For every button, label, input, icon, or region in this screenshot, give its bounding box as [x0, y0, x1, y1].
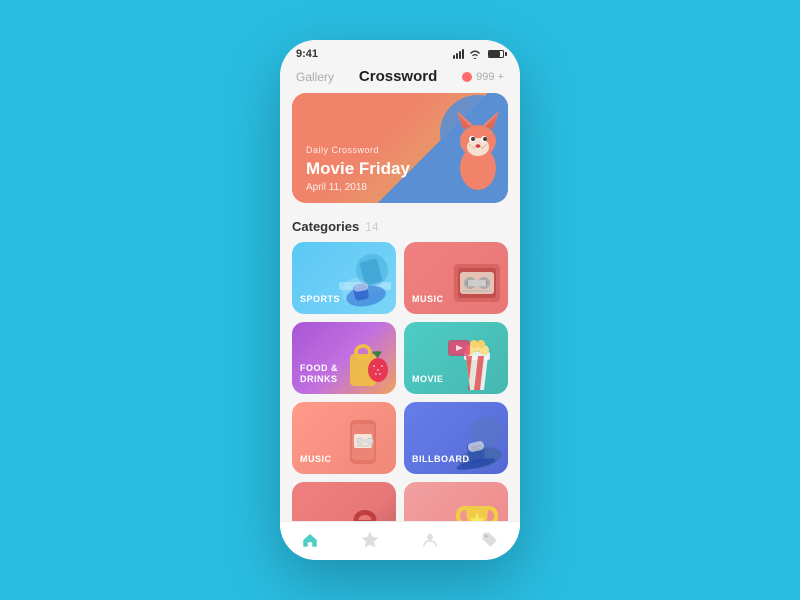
home-icon	[300, 530, 320, 550]
nav-favorites[interactable]	[360, 530, 380, 550]
partial-illustration	[446, 492, 508, 521]
page-title: Crossword	[359, 68, 437, 85]
star-icon	[360, 530, 380, 550]
time-illustration	[334, 492, 396, 521]
badge-dot	[462, 72, 472, 82]
notification-badge[interactable]: 999 +	[462, 71, 504, 83]
card-sports[interactable]: SPORTS	[292, 242, 396, 314]
categories-label: Categories	[292, 219, 359, 234]
wifi-icon	[469, 50, 481, 59]
card-billboard[interactable]: BILLBOARD	[404, 402, 508, 474]
categories-count: 14	[365, 220, 378, 234]
battery-icon	[488, 50, 504, 58]
badge-count: 999 +	[476, 71, 504, 83]
card-movie[interactable]: MOVIE	[404, 322, 508, 394]
signal-icon	[453, 49, 464, 59]
card-food[interactable]: FOOD & DRINKS	[292, 322, 396, 394]
tag-icon	[480, 530, 500, 550]
hero-label: Daily Crossword	[306, 145, 410, 155]
gallery-link[interactable]: Gallery	[296, 70, 334, 84]
music-illustration	[446, 252, 508, 314]
card-music-label: MUSIC	[404, 286, 452, 314]
movie-illustration	[446, 332, 508, 394]
card-music2-label: MUSIC	[292, 446, 340, 474]
card-billboard-label: BILLBOARD	[404, 446, 478, 474]
card-movie-label: MOVIE	[404, 366, 452, 394]
card-sports-label: SPORTS	[292, 286, 348, 314]
status-bar: 9:41	[280, 40, 520, 64]
music2-illustration	[334, 412, 396, 474]
card-food-label: FOOD & DRINKS	[292, 355, 346, 394]
nav-profile[interactable]	[420, 530, 440, 550]
card-music[interactable]: MUSIC	[404, 242, 508, 314]
main-content: Daily Crossword Movie Friday April 11, 2…	[280, 93, 520, 521]
card-music2[interactable]: MUSIC	[292, 402, 396, 474]
user-icon	[420, 530, 440, 550]
fox-illustration	[423, 93, 503, 193]
hero-card[interactable]: Daily Crossword Movie Friday April 11, 2…	[292, 93, 508, 203]
card-partial[interactable]	[404, 482, 508, 521]
status-icons	[453, 49, 504, 59]
card-time[interactable]: TIME	[292, 482, 396, 521]
header: Gallery Crossword 999 +	[280, 64, 520, 93]
phone-frame: 9:41 Gallery Crossword 999 +	[280, 40, 520, 560]
hero-title: Movie Friday	[306, 159, 410, 179]
bottom-nav	[280, 521, 520, 560]
categories-grid: SPORTS MUSIC	[280, 242, 520, 521]
status-time: 9:41	[296, 48, 318, 60]
hero-text: Daily Crossword Movie Friday April 11, 2…	[292, 135, 424, 203]
categories-header: Categories 14	[280, 215, 520, 242]
hero-date: April 11, 2018	[306, 182, 410, 193]
nav-tag[interactable]	[480, 530, 500, 550]
nav-home[interactable]	[300, 530, 320, 550]
